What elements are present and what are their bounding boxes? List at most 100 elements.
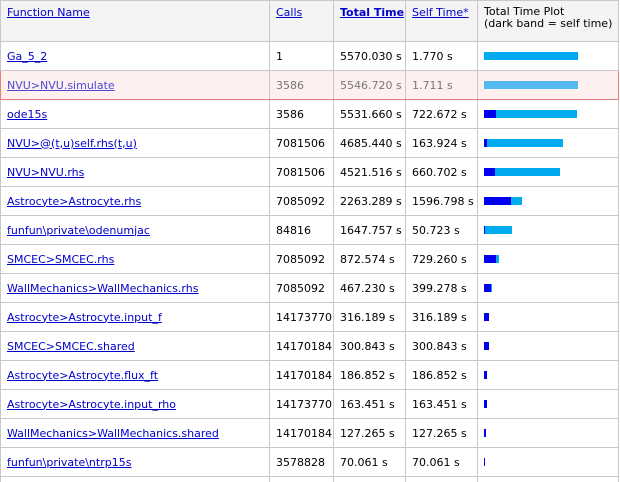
self-time-cell: 399.278 s bbox=[405, 273, 478, 303]
function-name-cell: Astrocyte>Astrocyte.input_rho bbox=[0, 389, 270, 419]
function-link[interactable]: SMCEC>SMCEC.shared bbox=[7, 340, 135, 353]
function-link[interactable]: SMCEC>SMCEC.rhs bbox=[7, 253, 114, 266]
total-time-cell: 127.265 s bbox=[333, 418, 406, 448]
time-plot-cell bbox=[477, 99, 619, 129]
function-name-cell: WallMechanics>WallMechanics.rhs bbox=[0, 273, 270, 303]
function-link[interactable]: NVU>NVU.rhs bbox=[7, 166, 84, 179]
time-plot-cell bbox=[477, 215, 619, 245]
self-time-bar bbox=[484, 342, 489, 350]
total-time-cell: 2263.289 s bbox=[333, 186, 406, 216]
calls-cell: 14173770 bbox=[269, 302, 334, 332]
function-name-cell: SMCEC>SMCEC.rhs bbox=[0, 244, 270, 274]
time-plot-cell bbox=[477, 476, 619, 482]
function-link[interactable]: NVU>@(t,u)self.rhs(t,u) bbox=[7, 137, 137, 150]
calls-cell: 14173770 bbox=[269, 389, 334, 419]
function-link[interactable]: funfun\private\ntrp15s bbox=[7, 456, 131, 469]
calls-cell: 3586 bbox=[269, 70, 334, 100]
time-plot-cell bbox=[477, 360, 619, 390]
self-time-cell: 163.924 s bbox=[405, 128, 478, 158]
self-time-cell: 163.451 s bbox=[405, 389, 478, 419]
total-time-cell: 1647.757 s bbox=[333, 215, 406, 245]
total-time-cell: 53.950 s bbox=[333, 476, 406, 482]
sort-by-self-time-link[interactable]: Self Time* bbox=[412, 6, 469, 19]
function-link[interactable]: ode15s bbox=[7, 108, 47, 121]
table-row: Astrocyte>Astrocyte.input_f 14173770 316.1… bbox=[0, 302, 619, 332]
function-link[interactable]: funfun\private\odenumjac bbox=[7, 224, 150, 237]
self-time-cell: 1.770 s bbox=[405, 41, 478, 71]
table-row: NVU>@(t,u)self.rhs(t,u) 7081506 4685.440 s… bbox=[0, 128, 619, 158]
function-link[interactable]: WallMechanics>WallMechanics.rhs bbox=[7, 282, 198, 295]
calls-cell: 7085092 bbox=[269, 273, 334, 303]
table-row: funfun\private\ntrp15s 3578828 70.061 s 70.… bbox=[0, 447, 619, 477]
time-bar bbox=[484, 255, 596, 263]
time-bar bbox=[484, 342, 596, 350]
time-bar bbox=[484, 313, 596, 321]
table-row: SMCEC>SMCEC.shared 14170184 300.843 s 300.8… bbox=[0, 331, 619, 361]
sort-by-total-time-link[interactable]: Total Time bbox=[340, 6, 404, 19]
self-time-bar bbox=[484, 139, 487, 147]
self-time-cell: 300.843 s bbox=[405, 331, 478, 361]
self-time-bar bbox=[484, 110, 496, 118]
time-bar bbox=[484, 226, 596, 234]
function-name-cell: NVU>NVU.simulate bbox=[0, 70, 270, 100]
self-time-bar bbox=[484, 197, 511, 205]
total-time-cell: 467.230 s bbox=[333, 273, 406, 303]
self-time-bar bbox=[484, 458, 485, 466]
self-time-cell: 1596.798 s bbox=[405, 186, 478, 216]
function-name-cell: Astrocyte>Astrocyte.input_f bbox=[0, 302, 270, 332]
total-time-bar bbox=[484, 52, 578, 60]
self-time-cell: 70.061 s bbox=[405, 447, 478, 477]
time-plot-cell bbox=[477, 157, 619, 187]
total-time-cell: 163.451 s bbox=[333, 389, 406, 419]
function-name-cell: SMCEC>SMCEC.shared bbox=[0, 331, 270, 361]
table-row: SMCEC>SMCEC.rhs 7085092 872.574 s 729.260 s bbox=[0, 244, 619, 274]
time-bar bbox=[484, 197, 596, 205]
time-bar bbox=[484, 52, 596, 60]
self-time-bar bbox=[484, 226, 485, 234]
function-link[interactable]: Astrocyte>Astrocyte.input_f bbox=[7, 311, 162, 324]
sort-by-function-name-link[interactable]: Function Name bbox=[7, 6, 90, 19]
self-time-bar bbox=[484, 284, 491, 292]
function-link[interactable]: Astrocyte>Astrocyte.rhs bbox=[7, 195, 141, 208]
function-name-cell: Astrocyte>Astrocyte.shared bbox=[0, 476, 270, 482]
calls-cell: 14170184 bbox=[269, 331, 334, 361]
calls-header: Calls bbox=[269, 0, 334, 42]
total-time-cell: 186.852 s bbox=[333, 360, 406, 390]
time-bar bbox=[484, 400, 596, 408]
table-row: Astrocyte>Astrocyte.input_rho 14173770 163… bbox=[0, 389, 619, 419]
time-plot-cell bbox=[477, 273, 619, 303]
function-link[interactable]: WallMechanics>WallMechanics.shared bbox=[7, 427, 219, 440]
total-time-bar bbox=[484, 168, 560, 176]
time-plot-cell bbox=[477, 302, 619, 332]
profiler-summary: Function Name Calls Total Time Self Time… bbox=[0, 0, 620, 482]
self-time-cell: 660.702 s bbox=[405, 157, 478, 187]
self-time-bar bbox=[484, 255, 496, 263]
self-time-cell: 316.189 s bbox=[405, 302, 478, 332]
time-bar bbox=[484, 371, 596, 379]
self-time-bar bbox=[484, 371, 487, 379]
time-bar bbox=[484, 429, 596, 437]
plot-header-caption: (dark band = self time) bbox=[484, 17, 613, 30]
self-time-cell: 729.260 s bbox=[405, 244, 478, 274]
self-time-cell: 1.711 s bbox=[405, 70, 478, 100]
calls-cell: 14170184 bbox=[269, 418, 334, 448]
time-plot-cell bbox=[477, 447, 619, 477]
function-link[interactable]: Astrocyte>Astrocyte.flux_ft bbox=[7, 369, 158, 382]
function-name-cell: funfun\private\ntrp15s bbox=[0, 447, 270, 477]
total-time-cell: 5531.660 s bbox=[333, 99, 406, 129]
table-row: Astrocyte>Astrocyte.shared708509253.950 … bbox=[0, 476, 619, 482]
time-plot-cell bbox=[477, 70, 619, 100]
table-row: Astrocyte>Astrocyte.flux_ft 14170184 186.8… bbox=[0, 360, 619, 390]
sort-by-calls-link[interactable]: Calls bbox=[276, 6, 302, 19]
table-row: funfun\private\odenumjac 84816 1647.757 s5… bbox=[0, 215, 619, 245]
function-name-cell: Astrocyte>Astrocyte.rhs bbox=[0, 186, 270, 216]
function-name-cell: WallMechanics>WallMechanics.shared bbox=[0, 418, 270, 448]
calls-cell: 84816 bbox=[269, 215, 334, 245]
total-time-cell: 316.189 s bbox=[333, 302, 406, 332]
time-plot-cell bbox=[477, 41, 619, 71]
time-plot-cell bbox=[477, 128, 619, 158]
function-link[interactable]: NVU>NVU.simulate bbox=[7, 79, 115, 92]
function-link[interactable]: Ga_5_2 bbox=[7, 50, 47, 63]
function-link[interactable]: Astrocyte>Astrocyte.input_rho bbox=[7, 398, 176, 411]
self-time-bar bbox=[484, 313, 489, 321]
